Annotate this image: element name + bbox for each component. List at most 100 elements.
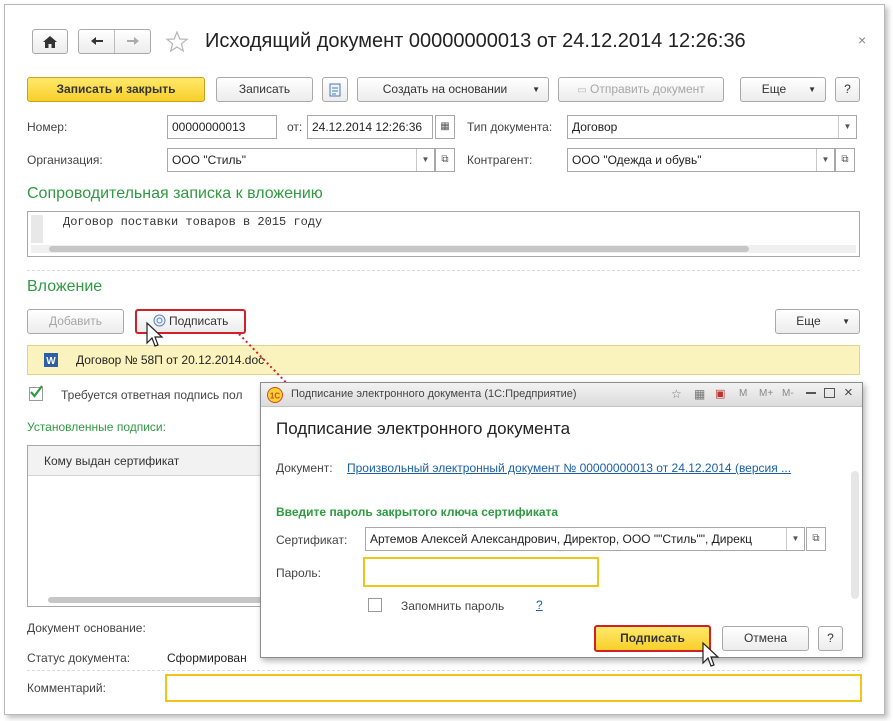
document-link[interactable]: Произвольный электронный документ № 0000…	[347, 461, 791, 475]
organization-value: ООО "Стиль"	[172, 153, 246, 167]
note-text: Договор поставки товаров в 2015 году	[63, 215, 323, 229]
certificate-open-button[interactable]: ⧉	[806, 527, 826, 551]
memory-m-button[interactable]: M	[739, 388, 747, 399]
password-field[interactable]	[363, 557, 599, 587]
dialog-title-bar: 1C Подписание электронного документа (1С…	[261, 383, 862, 407]
minimize-icon[interactable]	[806, 392, 816, 394]
scrollbar-thumb[interactable]	[49, 246, 749, 252]
dropdown-arrow-icon[interactable]: ▼	[416, 149, 434, 171]
calendar-button[interactable]: ▦	[435, 115, 455, 139]
dropdown-arrow-icon[interactable]: ▼	[838, 116, 856, 138]
doctype-field[interactable]: Договор ▼	[567, 115, 857, 139]
dialog-heading: Подписание электронного документа	[276, 419, 571, 438]
checkmark-icon	[30, 385, 43, 398]
dropdown-arrow-icon: ▼	[842, 317, 850, 326]
number-field[interactable]: 00000000013	[167, 115, 277, 139]
note-section-title: Сопроводительная записка к вложению	[27, 185, 323, 202]
comment-field[interactable]	[165, 674, 862, 702]
certificate-field[interactable]: Артемов Алексей Александрович, Директор,…	[365, 527, 805, 551]
certificate-value: Артемов Алексей Александрович, Директор,…	[370, 532, 752, 546]
forward-button[interactable]	[115, 30, 151, 53]
word-document-icon: W	[44, 353, 58, 367]
organization-field[interactable]: ООО "Стиль" ▼	[167, 148, 435, 172]
dropdown-arrow-icon[interactable]: ▼	[816, 149, 834, 171]
dropdown-arrow-icon: ▼	[532, 85, 540, 94]
status-label: Статус документа:	[27, 651, 131, 665]
memory-plus-button[interactable]: M+	[759, 388, 773, 399]
password-label: Пароль:	[276, 566, 321, 580]
dialog-scrollbar[interactable]	[851, 471, 859, 599]
dialog-cancel-button[interactable]: Отмена	[722, 626, 809, 651]
svg-text:1C: 1C	[270, 392, 280, 401]
add-button[interactable]: Добавить	[27, 309, 124, 334]
calendar-icon[interactable]: ▣	[715, 387, 725, 400]
date-field[interactable]: 24.12.2014 12:26:36	[307, 115, 433, 139]
status-value: Сформирован	[167, 651, 247, 665]
mouse-cursor-icon	[146, 321, 164, 347]
send-icon: ▭	[577, 85, 587, 96]
divider	[27, 670, 860, 671]
certificate-label: Сертификат:	[276, 533, 348, 547]
number-label: Номер:	[27, 120, 68, 134]
back-button[interactable]	[79, 30, 115, 53]
counterparty-label: Контрагент:	[467, 153, 533, 167]
require-reply-sign-checkbox[interactable]	[29, 385, 43, 401]
signatures-table[interactable]: Кому выдан сертификат	[27, 445, 267, 607]
base-document-label: Документ основание:	[27, 621, 146, 635]
more-button[interactable]: Еще ▼	[740, 77, 826, 102]
dialog-help-button[interactable]: ?	[818, 626, 843, 651]
home-icon	[43, 36, 57, 48]
dropdown-arrow-icon[interactable]: ▼	[786, 528, 804, 550]
remember-password-checkbox[interactable]	[368, 598, 382, 612]
save-button[interactable]: Записать	[216, 77, 313, 102]
organization-open-button[interactable]: ⧉	[435, 148, 455, 172]
memory-minus-button[interactable]: M-	[782, 388, 794, 399]
counterparty-field[interactable]: ООО "Одежда и обувь" ▼	[567, 148, 835, 172]
create-based-on-label: Создать на основании	[382, 82, 508, 96]
signatures-title: Установленные подписи:	[27, 420, 166, 434]
horizontal-scrollbar[interactable]	[31, 245, 856, 253]
arrow-left-icon	[90, 37, 103, 45]
attachment-more-button[interactable]: Еще ▼	[775, 309, 860, 334]
remember-help-link[interactable]: ?	[536, 598, 543, 612]
dropdown-arrow-icon: ▼	[808, 85, 816, 94]
report-button[interactable]	[322, 77, 348, 102]
document-label: Документ:	[276, 461, 333, 475]
dialog-window-title: Подписание электронного документа (1С:Пр…	[291, 388, 577, 400]
counterparty-open-button[interactable]: ⧉	[835, 148, 855, 172]
favorites-icon[interactable]: ☆	[671, 387, 682, 401]
send-document-button[interactable]: ▭ Отправить документ	[558, 77, 724, 102]
open-icon: ⧉	[441, 154, 449, 165]
window-title: Исходящий документ 00000000013 от 24.12.…	[205, 30, 746, 52]
close-icon[interactable]: ×	[858, 32, 866, 48]
calculator-icon[interactable]: ▦	[694, 387, 705, 401]
date-label: от:	[287, 120, 303, 134]
send-document-label: Отправить документ	[589, 82, 705, 96]
arrow-right-icon	[127, 37, 139, 45]
attachment-file-row[interactable]: W Договор № 58П от 20.12.2014.doc	[27, 345, 860, 375]
comment-label: Комментарий:	[27, 681, 106, 695]
more-label: Еще	[761, 82, 787, 96]
calendar-icon: ▦	[440, 121, 450, 132]
document-icon	[329, 83, 341, 97]
scroll-gutter	[31, 215, 43, 243]
mouse-cursor-icon	[702, 641, 720, 667]
save-and-close-button[interactable]: Записать и закрыть	[27, 77, 205, 102]
help-button[interactable]: ?	[835, 77, 860, 102]
organization-label: Организация:	[27, 153, 103, 167]
document-window: Исходящий документ 00000000013 от 24.12.…	[4, 4, 885, 715]
note-textarea[interactable]: Договор поставки товаров в 2015 году	[27, 211, 860, 257]
1c-logo-icon: 1C	[267, 387, 283, 403]
remember-password-label: Запомнить пароль	[401, 599, 505, 613]
close-icon[interactable]: ×	[844, 384, 853, 401]
home-button[interactable]	[32, 29, 68, 54]
open-icon: ⧉	[841, 154, 849, 165]
svg-text:W: W	[46, 356, 56, 367]
counterparty-value: ООО "Одежда и обувь"	[572, 153, 702, 167]
scrollbar-thumb[interactable]	[48, 597, 263, 603]
create-based-on-button[interactable]: Создать на основании ▼	[357, 77, 549, 102]
column-header-certificate[interactable]: Кому выдан сертификат	[44, 454, 179, 468]
dialog-sign-button[interactable]: Подписать	[594, 625, 711, 652]
favorite-star-icon[interactable]	[165, 30, 189, 54]
maximize-icon[interactable]	[824, 388, 835, 398]
